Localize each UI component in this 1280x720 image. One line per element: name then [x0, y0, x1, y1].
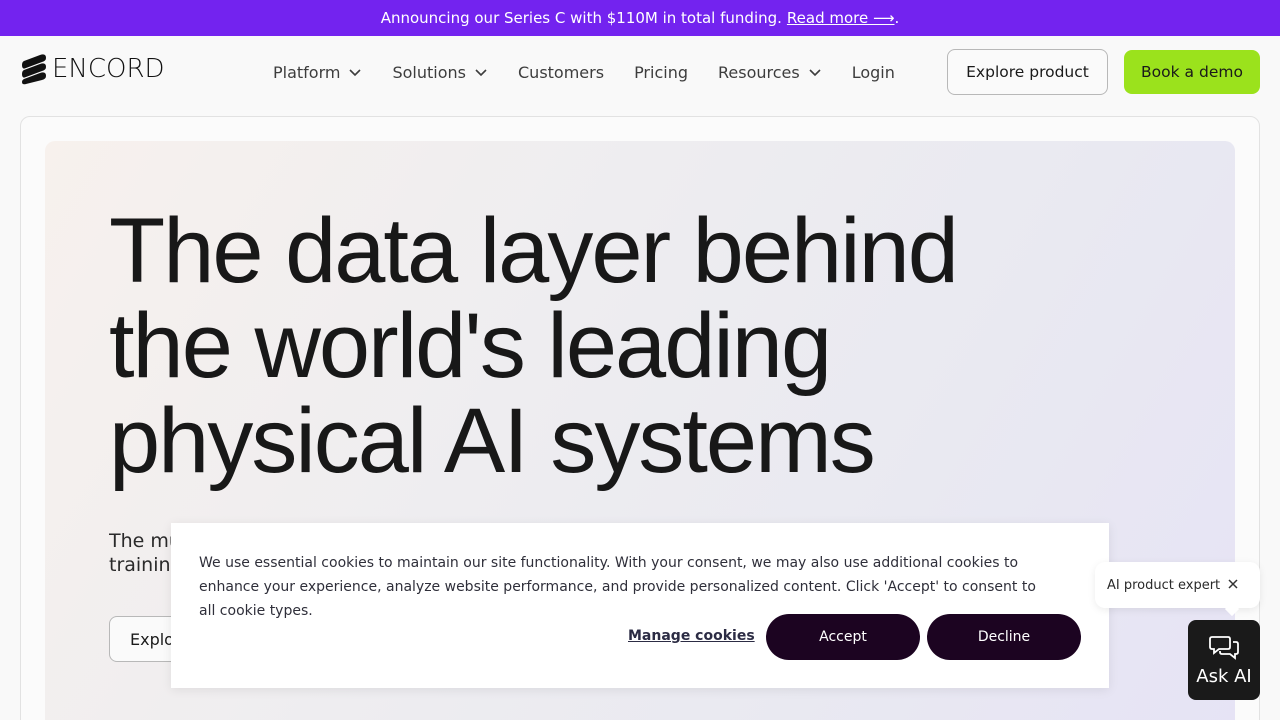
hero-title-line: physical AI systems	[109, 390, 876, 492]
encord-logo-icon	[22, 54, 46, 85]
nav-item-solutions[interactable]: Solutions	[392, 63, 488, 82]
nav-item-label: Customers	[518, 62, 605, 82]
book-demo-button[interactable]: Book a demo	[1124, 50, 1260, 94]
announcement-read-more-link[interactable]: Read more ⟶	[787, 9, 895, 27]
hero-title: The data layer behind the world's leadin…	[109, 204, 1069, 489]
nav-links: Platform Solutions Customers Pricing Res…	[273, 36, 925, 108]
top-navigation: ENCORD Platform Solutions Customers Pric…	[0, 36, 1280, 108]
ai-expert-tooltip: AI product expert	[1095, 562, 1260, 617]
announcement-trailing: .	[894, 9, 900, 27]
nav-item-resources[interactable]: Resources	[718, 63, 822, 82]
cookie-message: We use essential cookies to maintain our…	[199, 555, 1036, 619]
nav-item-platform[interactable]: Platform	[273, 63, 362, 82]
nav-item-label: Resources	[718, 62, 800, 82]
decline-cookies-button[interactable]: Decline	[927, 614, 1081, 660]
ask-ai-button[interactable]: Ask AI	[1188, 620, 1260, 700]
nav-item-customers[interactable]: Customers	[518, 63, 604, 82]
close-icon[interactable]	[1225, 576, 1241, 592]
nav-item-label: Platform	[273, 62, 341, 82]
announcement-text: Announcing our Series C with $110M in to…	[380, 9, 782, 27]
ask-ai-label: Ask AI	[1196, 665, 1252, 687]
chat-bubbles-icon	[1209, 635, 1239, 660]
hero-title-line: the world's leading	[109, 295, 832, 397]
chevron-down-icon	[475, 69, 487, 77]
nav-item-label: Login	[851, 62, 895, 82]
brand-name: ENCORD	[52, 54, 165, 84]
nav-item-login[interactable]: Login	[852, 63, 895, 82]
ai-tooltip-text: AI product expert	[1107, 577, 1221, 593]
nav-item-label: Solutions	[392, 62, 466, 82]
announcement-bar: Announcing our Series C with $110M in to…	[0, 0, 1280, 36]
manage-cookies-link[interactable]: Manage cookies	[628, 628, 755, 644]
accept-cookies-button[interactable]: Accept	[766, 614, 920, 660]
chevron-down-icon	[809, 69, 821, 77]
brand-logo[interactable]: ENCORD	[20, 52, 165, 86]
chevron-down-icon	[349, 69, 362, 77]
explore-product-button[interactable]: Explore product	[947, 49, 1108, 95]
nav-item-pricing[interactable]: Pricing	[634, 63, 688, 82]
hero-title-line: The data layer behind	[109, 200, 959, 302]
nav-item-label: Pricing	[634, 62, 688, 82]
cookie-banner: We use essential cookies to maintain our…	[171, 523, 1109, 688]
